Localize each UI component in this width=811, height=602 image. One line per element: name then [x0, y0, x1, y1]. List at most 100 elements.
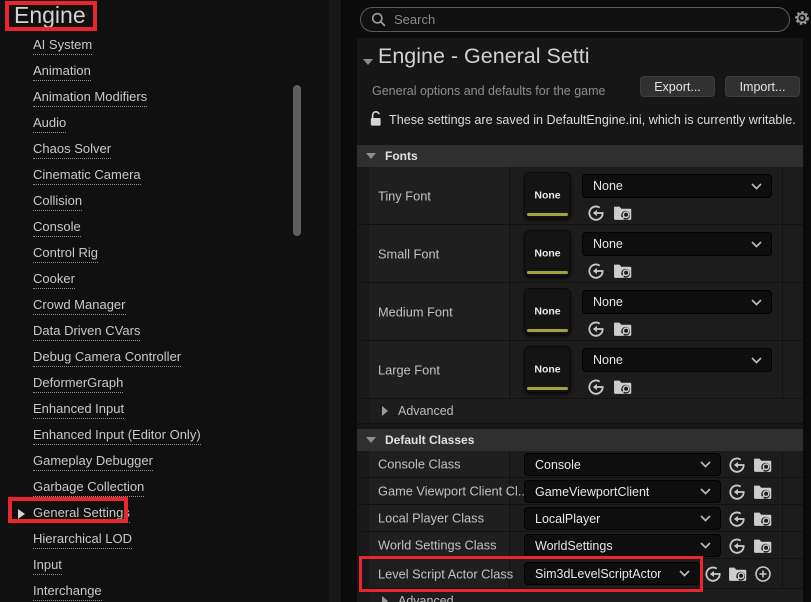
asset-thumbnail[interactable]: None [524, 172, 571, 219]
chevron-down-icon [751, 241, 762, 248]
sidebar-item-general-settings[interactable]: General Settings [0, 501, 329, 527]
browse-to-asset-icon[interactable] [728, 566, 747, 582]
section-expand-icon[interactable] [363, 59, 373, 65]
asset-type-color-bar [527, 387, 568, 390]
use-selected-asset-icon[interactable] [587, 378, 605, 396]
chevron-down-icon [751, 183, 762, 190]
browse-to-asset-icon[interactable] [753, 457, 772, 473]
chevron-down-icon [700, 461, 711, 468]
row-label: Tiny Font [378, 188, 431, 203]
class-dropdown[interactable]: LocalPlayer [524, 507, 721, 530]
use-selected-asset-icon[interactable] [728, 510, 746, 528]
class-dropdown[interactable]: WorldSettings [524, 534, 721, 557]
sidebar-item-control-rig[interactable]: Control Rig [0, 241, 329, 267]
import-button[interactable]: Import... [725, 76, 800, 97]
setting-row-local-player-class: Local Player Class LocalPlayer [357, 505, 803, 532]
asset-thumbnail[interactable]: None [524, 230, 571, 277]
chevron-down-icon [700, 515, 711, 522]
sidebar-scrollbar-thumb[interactable] [293, 85, 301, 236]
default-classes-advanced-expander[interactable]: Advanced [357, 589, 803, 602]
sidebar-item-hierarchical-lod[interactable]: Hierarchical LOD [0, 527, 329, 553]
sidebar-item-gameplay-debugger[interactable]: Gameplay Debugger [0, 449, 329, 475]
use-selected-asset-icon[interactable] [728, 483, 746, 501]
page-title: Engine - General Setti [378, 44, 626, 69]
setting-row-world-settings-class: World Settings Class WorldSettings [357, 532, 803, 559]
sidebar-item-data-driven-cvars[interactable]: Data Driven CVars [0, 319, 329, 345]
section-header-default-classes[interactable]: Default Classes [357, 429, 803, 451]
add-class-icon[interactable] [754, 565, 772, 583]
asset-thumbnail[interactable]: None [524, 288, 571, 335]
row-label: Console Class [378, 457, 461, 472]
setting-row-level-script-actor-class: Level Script Actor Class Sim3dLevelScrip… [357, 559, 803, 589]
browse-to-asset-icon[interactable] [613, 321, 632, 337]
browse-to-asset-icon[interactable] [613, 263, 632, 279]
asset-type-color-bar [527, 213, 568, 216]
unlocked-padlock-icon [368, 110, 384, 132]
chevron-down-icon [751, 357, 762, 364]
asset-thumbnail[interactable]: None [524, 346, 571, 393]
sidebar-item-audio[interactable]: Audio [0, 111, 329, 137]
sidebar-item-garbage-collection[interactable]: Garbage Collection [0, 475, 329, 501]
sidebar-item-debug-camera-controller[interactable]: Debug Camera Controller [0, 345, 329, 371]
sidebar-item-collision[interactable]: Collision [0, 189, 329, 215]
sidebar-item-crowd-manager[interactable]: Crowd Manager [0, 293, 329, 319]
sidebar-category-list: AI System Animation Animation Modifiers … [0, 33, 329, 602]
sidebar-item-cinematic-camera[interactable]: Cinematic Camera [0, 163, 329, 189]
triangle-down-icon [366, 153, 376, 159]
use-selected-asset-icon[interactable] [704, 565, 722, 583]
asset-dropdown[interactable]: None [582, 348, 772, 372]
settings-gear-icon[interactable] [794, 10, 810, 31]
sidebar-item-ai-system[interactable]: AI System [0, 33, 329, 59]
pane-splitter[interactable] [329, 0, 341, 602]
sidebar-item-animation[interactable]: Animation [0, 59, 329, 85]
use-selected-asset-icon[interactable] [728, 537, 746, 555]
browse-to-asset-icon[interactable] [753, 538, 772, 554]
sidebar-item-chaos-solver[interactable]: Chaos Solver [0, 137, 329, 163]
section-header-fonts[interactable]: Fonts [357, 145, 803, 167]
row-label: Game Viewport Client Cl... [378, 484, 529, 499]
use-selected-asset-icon[interactable] [587, 320, 605, 338]
search-box[interactable] [360, 7, 790, 32]
search-input[interactable] [394, 12, 779, 27]
browse-to-asset-icon[interactable] [753, 511, 772, 527]
setting-row-tiny-font: Tiny Font None None [357, 167, 803, 225]
settings-detail-pane: Engine - General Setti General options a… [341, 0, 811, 602]
sidebar-item-deformergraph[interactable]: DeformerGraph [0, 371, 329, 397]
sidebar-item-interchange[interactable]: Interchange [0, 579, 329, 602]
triangle-right-icon [382, 406, 388, 416]
triangle-right-icon [382, 596, 388, 602]
asset-type-color-bar [527, 271, 568, 274]
settings-category-sidebar: Engine AI System Animation Animation Mod… [0, 0, 329, 602]
browse-to-asset-icon[interactable] [753, 484, 772, 500]
setting-row-small-font: Small Font None None [357, 225, 803, 283]
asset-type-color-bar [527, 329, 568, 332]
sidebar-item-enhanced-input-editor-only[interactable]: Enhanced Input (Editor Only) [0, 423, 329, 449]
sidebar-item-console[interactable]: Console [0, 215, 329, 241]
selected-item-arrow-icon [18, 509, 25, 519]
setting-row-game-viewport-client-class: Game Viewport Client Cl... GameViewportC… [357, 478, 803, 505]
export-button[interactable]: Export... [640, 76, 715, 97]
asset-dropdown[interactable]: None [582, 174, 772, 198]
sidebar-item-enhanced-input[interactable]: Enhanced Input [0, 397, 329, 423]
asset-dropdown[interactable]: None [582, 290, 772, 314]
chevron-down-icon [751, 299, 762, 306]
use-selected-asset-icon[interactable] [587, 204, 605, 222]
class-dropdown[interactable]: Console [524, 453, 721, 476]
engine-general-settings-panel: Engine - General Setti General options a… [357, 38, 803, 602]
row-label: World Settings Class [378, 538, 497, 553]
fonts-advanced-expander[interactable]: Advanced [357, 399, 803, 424]
class-dropdown[interactable]: GameViewportClient [524, 480, 721, 503]
sidebar-item-input[interactable]: Input [0, 553, 329, 579]
asset-dropdown[interactable]: None [582, 232, 772, 256]
sidebar-item-cooker[interactable]: Cooker [0, 267, 329, 293]
use-selected-asset-icon[interactable] [587, 262, 605, 280]
browse-to-asset-icon[interactable] [613, 205, 632, 221]
sidebar-section-title: Engine [14, 2, 86, 29]
chevron-down-icon [700, 488, 711, 495]
ini-save-notice: These settings are saved in DefaultEngin… [389, 113, 801, 127]
row-label: Small Font [378, 246, 439, 261]
sidebar-item-animation-modifiers[interactable]: Animation Modifiers [0, 85, 329, 111]
class-dropdown[interactable]: Sim3dLevelScriptActor [524, 562, 700, 585]
browse-to-asset-icon[interactable] [613, 379, 632, 395]
use-selected-asset-icon[interactable] [728, 456, 746, 474]
